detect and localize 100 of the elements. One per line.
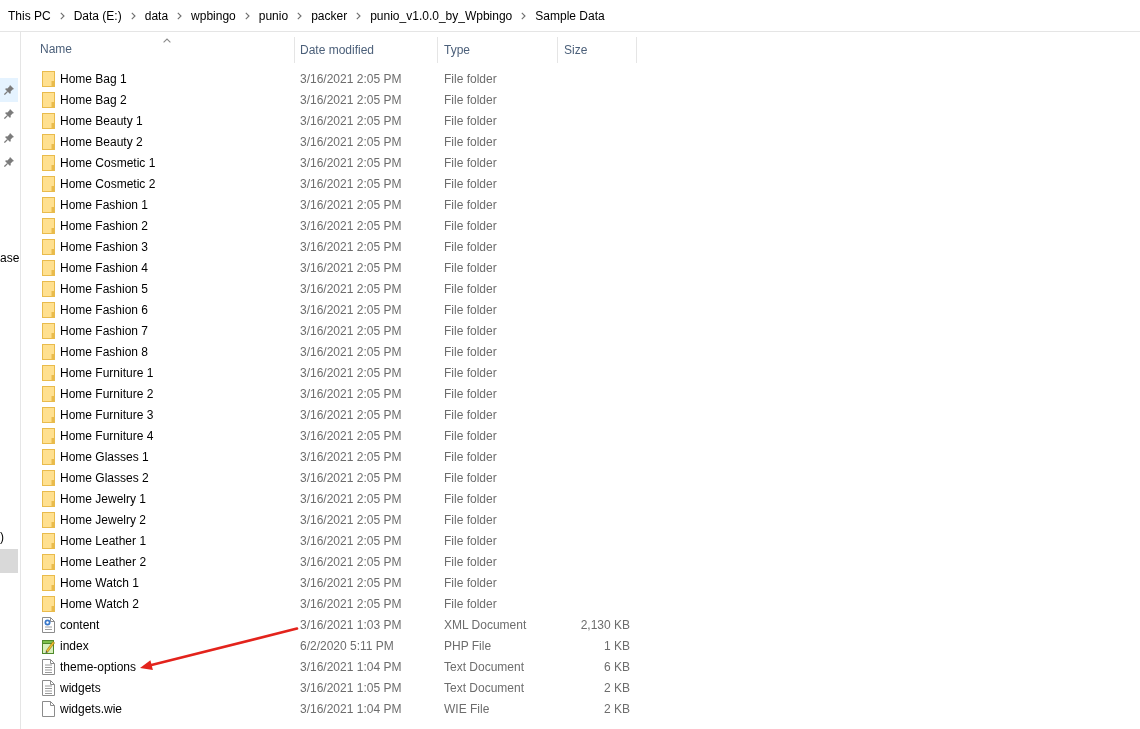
file-type-text: File folder — [444, 239, 497, 254]
file-name[interactable]: widgets — [60, 680, 101, 695]
file-name[interactable]: Home Bag 2 — [60, 92, 127, 107]
file-name[interactable]: Home Furniture 4 — [60, 428, 154, 443]
file-name[interactable]: Home Fashion 7 — [60, 323, 149, 338]
file-name[interactable]: Home Fashion 6 — [60, 302, 149, 317]
folder-icon — [42, 511, 55, 528]
folder-icon — [42, 469, 55, 486]
file-type-text: File folder — [444, 92, 497, 107]
file-type-text: File folder — [444, 512, 497, 527]
file-name[interactable]: theme-options — [60, 659, 137, 674]
date-modified-text: 3/16/2021 2:05 PM — [300, 575, 402, 590]
breadcrumb-link[interactable]: punio — [258, 8, 289, 23]
date-modified-text: 3/16/2021 2:05 PM — [300, 176, 402, 191]
folder-icon — [42, 301, 55, 318]
column-header[interactable]: Size — [558, 37, 637, 63]
breadcrumb-link[interactable]: wpbingo — [191, 8, 236, 23]
file-type-text: File folder — [444, 407, 497, 422]
file-name[interactable]: Home Furniture 1 — [60, 365, 154, 380]
file-name[interactable]: Home Fashion 5 — [60, 281, 149, 296]
file-name[interactable]: Home Beauty 1 — [60, 113, 143, 128]
file-name[interactable]: Home Watch 1 — [60, 575, 139, 590]
file-name[interactable]: Home Fashion 8 — [60, 344, 149, 359]
date-modified-text: 3/16/2021 2:05 PM — [300, 197, 402, 212]
file-type-text: File folder — [444, 218, 497, 233]
file-type-text: File folder — [444, 260, 497, 275]
date-modified-text: 3/16/2021 2:05 PM — [300, 596, 402, 611]
file-name[interactable]: Home Beauty 2 — [60, 134, 143, 149]
folder-icon — [42, 427, 55, 444]
folder-icon — [42, 175, 55, 192]
file-type-text: WIE File — [444, 701, 490, 716]
breadcrumb-link[interactable]: packer — [311, 8, 348, 23]
file-size-text: 2 KB — [604, 701, 630, 716]
file-type-text: File folder — [444, 386, 497, 401]
file-name[interactable]: widgets.wie — [60, 701, 123, 716]
file-name[interactable]: Home Fashion 3 — [60, 239, 149, 254]
file-type-text: File folder — [444, 155, 497, 170]
file-name[interactable]: Home Leather 2 — [60, 554, 147, 569]
file-type-text: XML Document — [444, 617, 527, 632]
nav-item[interactable]: ) — [0, 525, 4, 549]
folder-icon — [42, 364, 55, 381]
file-name[interactable]: Home Furniture 2 — [60, 386, 154, 401]
lined-document-icon — [42, 658, 55, 675]
chevron-icon — [244, 11, 250, 20]
breadcrumb-link[interactable]: Data (E:) — [73, 8, 122, 23]
folder-icon — [42, 70, 55, 87]
date-modified-text: 3/16/2021 2:05 PM — [300, 554, 402, 569]
folder-icon — [42, 322, 55, 339]
breadcrumb-link[interactable]: This PC — [8, 8, 51, 23]
chevron-icon — [521, 11, 527, 20]
file-size-text: 1 KB — [604, 638, 630, 653]
date-modified-text: 3/16/2021 2:05 PM — [300, 281, 402, 296]
column-header[interactable]: Name — [21, 37, 295, 63]
file-name[interactable]: Home Watch 2 — [60, 596, 139, 611]
column-header[interactable]: Date modified — [295, 37, 438, 63]
nav-item[interactable]: ase — [0, 246, 20, 270]
folder-icon — [42, 133, 55, 150]
file-name[interactable]: Home Fashion 4 — [60, 260, 149, 275]
file-type-text: File folder — [444, 596, 497, 611]
date-modified-text: 3/16/2021 2:05 PM — [300, 470, 402, 485]
pin-icon — [4, 85, 14, 95]
file-name[interactable]: Home Jewelry 2 — [60, 512, 147, 527]
file-name[interactable]: Home Cosmetic 1 — [60, 155, 156, 170]
folder-icon — [42, 406, 55, 423]
folder-icon — [42, 574, 55, 591]
file-type-text: PHP File — [444, 638, 492, 653]
date-modified-text: 3/16/2021 2:05 PM — [300, 323, 402, 338]
file-name[interactable]: Home Glasses 1 — [60, 449, 149, 464]
file-type-text: File folder — [444, 428, 497, 443]
file-name[interactable]: Home Jewelry 1 — [60, 491, 147, 506]
date-modified-text: 3/16/2021 1:04 PM — [300, 659, 402, 674]
file-type-text: File folder — [444, 323, 497, 338]
breadcrumb-link[interactable]: punio_v1.0.0_by_Wpbingo — [370, 8, 513, 23]
folder-icon — [42, 91, 55, 108]
file-name[interactable]: index — [60, 638, 89, 653]
column-header[interactable]: Type — [438, 37, 558, 63]
file-name[interactable]: Home Glasses 2 — [60, 470, 149, 485]
file-type-text: File folder — [444, 176, 497, 191]
document-icon — [42, 616, 55, 633]
folder-icon — [42, 385, 55, 402]
file-type-text: File folder — [444, 575, 497, 590]
folder-icon — [42, 196, 55, 213]
date-modified-text: 3/16/2021 2:05 PM — [300, 239, 402, 254]
file-name[interactable]: Home Leather 1 — [60, 533, 147, 548]
file-name[interactable]: Home Bag 1 — [60, 71, 127, 86]
file-name[interactable]: Home Fashion 1 — [60, 197, 149, 212]
file-name[interactable]: content — [60, 617, 100, 632]
date-modified-text: 3/16/2021 2:05 PM — [300, 260, 402, 275]
file-name[interactable]: Home Cosmetic 2 — [60, 176, 156, 191]
date-modified-text: 3/16/2021 2:05 PM — [300, 155, 402, 170]
nav-item[interactable] — [0, 78, 18, 102]
date-modified-text: 3/16/2021 1:04 PM — [300, 701, 402, 716]
date-modified-text: 3/16/2021 2:05 PM — [300, 302, 402, 317]
folder-icon — [42, 532, 55, 549]
breadcrumb-link[interactable]: data — [144, 8, 169, 23]
file-name[interactable]: Home Fashion 2 — [60, 218, 149, 233]
file-name[interactable]: Home Furniture 3 — [60, 407, 154, 422]
date-modified-text: 3/16/2021 2:05 PM — [300, 386, 402, 401]
date-modified-text: 3/16/2021 2:05 PM — [300, 533, 402, 548]
breadcrumb-link[interactable]: Sample Data — [535, 8, 605, 23]
